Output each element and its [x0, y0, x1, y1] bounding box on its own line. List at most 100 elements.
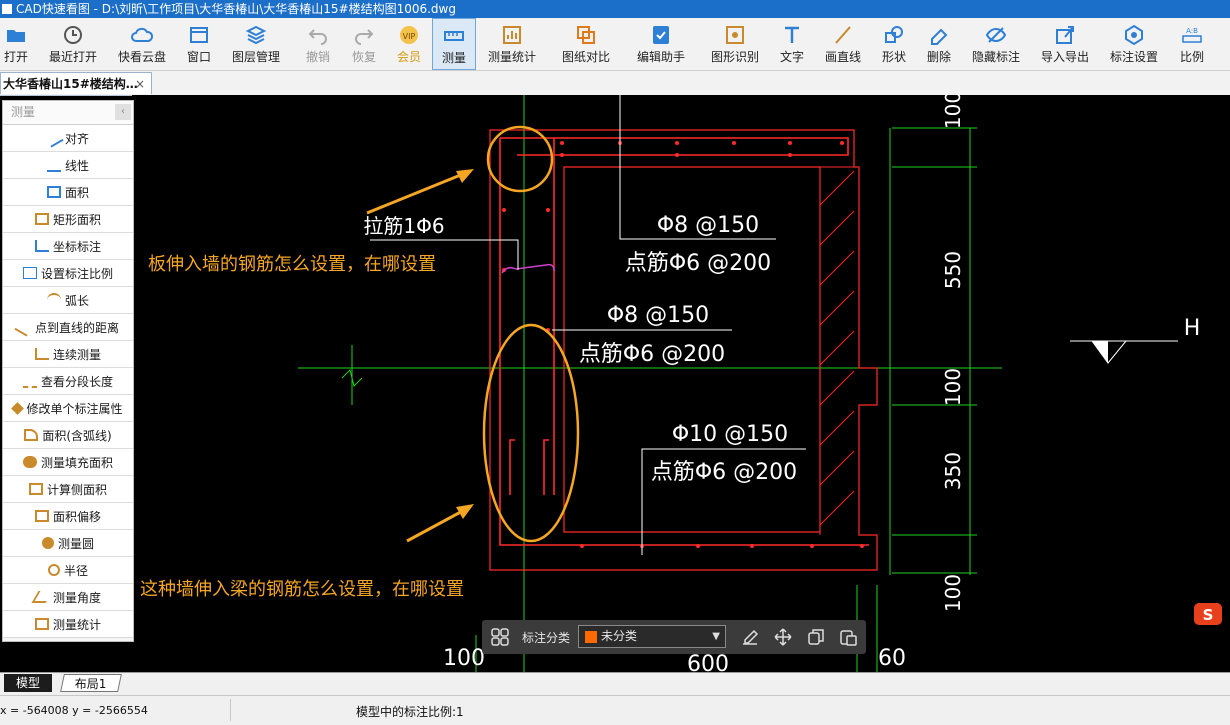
fill-area-icon: [22, 456, 37, 468]
point-line-icon: [14, 317, 34, 337]
measure-set-scale[interactable]: 设置标注比例: [3, 260, 133, 287]
move-icon[interactable]: [773, 627, 793, 647]
layer-button[interactable]: 图层管理: [228, 18, 284, 70]
continuous-icon: [34, 348, 49, 360]
measure-edit-annotation[interactable]: 修改单个标注属性: [3, 395, 133, 422]
measure-continuous[interactable]: 连续测量: [3, 341, 133, 368]
measure-area-offset[interactable]: 面积偏移: [3, 503, 133, 530]
undo-icon: [308, 29, 327, 45]
side-area-icon: [28, 483, 43, 495]
dimension-label: 100: [941, 95, 965, 129]
redo-icon: [355, 29, 374, 45]
window-title: CAD快速看图 - D:\刘昕\工作项目\大华香椿山\大华香椿山15#楼结构图1…: [16, 2, 456, 16]
dimension-label: 60: [878, 646, 906, 671]
tab-layout1[interactable]: 布局1: [60, 674, 122, 692]
dimension-label: 600: [687, 652, 729, 672]
measure-side-area[interactable]: 计算侧面积: [3, 476, 133, 503]
paste-icon[interactable]: [838, 627, 858, 647]
hide-annotation-button[interactable]: 隐藏标注: [968, 18, 1024, 70]
tab-model[interactable]: 模型: [4, 674, 52, 692]
annotation-scale-text: 模型中的标注比例:1: [356, 705, 464, 719]
close-icon[interactable]: ×: [135, 73, 145, 94]
measure-radius[interactable]: 半径: [3, 557, 133, 584]
text-icon: [785, 26, 799, 43]
category-select[interactable]: 未分类 ▼: [578, 625, 726, 648]
compare-button[interactable]: 图纸对比: [560, 18, 612, 70]
vip-button[interactable]: VIP 会员: [393, 18, 425, 70]
radius-icon: [47, 564, 60, 576]
rebar-label: 点筋Φ6 @200: [625, 251, 771, 276]
rebar-label: 点筋Φ6 @200: [651, 460, 797, 485]
segments-icon: [22, 374, 37, 388]
redo-button[interactable]: 恢复: [348, 18, 380, 70]
measure-area-arc[interactable]: 面积(含弧线): [3, 422, 133, 449]
undo-button[interactable]: 撤销: [302, 18, 334, 70]
cloud-button[interactable]: 快看云盘: [114, 18, 170, 70]
area-icon: [46, 186, 61, 198]
rebar-label: 点筋Φ6 @200: [579, 342, 725, 367]
measure-circle[interactable]: 测量圆: [3, 530, 133, 557]
wall-hatch: [819, 170, 855, 526]
import-export-button[interactable]: 导入导出: [1037, 18, 1093, 70]
window-button[interactable]: 窗口: [183, 18, 215, 70]
panel-title: 测量: [11, 105, 36, 119]
shape-button[interactable]: 形状: [878, 18, 910, 70]
line-icon: [835, 26, 851, 44]
text-button[interactable]: 文字: [776, 18, 808, 70]
main-toolbar: 打开 最近打开 快看云盘 窗口 图层管理 撤销 恢复 VIP 会员 测量 测量统…: [0, 18, 1230, 71]
copy-icon[interactable]: [806, 627, 826, 647]
delete-button[interactable]: 删除: [923, 18, 955, 70]
status-bar: x = -564008 y = -2566554 模型中的标注比例:1: [0, 695, 1230, 725]
edit-icon[interactable]: [740, 627, 760, 647]
drawing-canvas[interactable]: Φ8 @150 点筋Φ6 @200 Φ8 @150 点筋Φ6 @200 Φ10 …: [132, 95, 1230, 672]
line-button[interactable]: 画直线: [821, 18, 865, 70]
measure-area[interactable]: 面积: [3, 179, 133, 206]
recognize-icon: [726, 26, 744, 44]
linear-icon: [46, 158, 61, 172]
ime-logo-icon[interactable]: S: [1192, 600, 1230, 630]
stats-icon: [503, 26, 521, 44]
document-tab[interactable]: 大华香椿山15#楼结构… ×: [0, 72, 152, 94]
rebar-label: Φ8 @150: [657, 213, 759, 238]
arrow-head: [456, 504, 474, 519]
measure-arc-length[interactable]: 弧长: [3, 287, 133, 314]
measure-segments[interactable]: 查看分段长度: [3, 368, 133, 395]
shape-recognize-button[interactable]: 图形识别: [707, 18, 763, 70]
edit-annotation-icon: [11, 401, 25, 415]
collapse-button[interactable]: ‹: [115, 104, 131, 120]
measure-rect-area[interactable]: 矩形面积: [3, 206, 133, 233]
arrow-line: [406, 506, 469, 543]
title-bar: CAD快速看图 - D:\刘昕\工作项目\大华香椿山\大华香椿山15#楼结构图1…: [0, 0, 1230, 18]
measure-button[interactable]: 测量: [432, 18, 476, 70]
measure-fill-area[interactable]: 测量填充面积: [3, 449, 133, 476]
export-icon: [1056, 26, 1074, 44]
edit-helper-icon: [653, 26, 669, 44]
measure-statistics[interactable]: 测量统计: [3, 611, 133, 638]
recent-button[interactable]: 最近打开: [45, 18, 101, 70]
question-note: 这种墙伸入梁的钢筋怎么设置，在哪设置: [140, 579, 464, 600]
scale-button[interactable]: A:B 比例: [1176, 18, 1208, 70]
measure-coordinate[interactable]: 坐标标注: [3, 233, 133, 260]
open-button[interactable]: 打开: [0, 18, 32, 70]
question-note: 板伸入墙的钢筋怎么设置，在哪设置: [148, 254, 436, 275]
eraser-icon: [931, 28, 948, 45]
measure-linear[interactable]: 线性: [3, 152, 133, 179]
category-label: 标注分类: [522, 631, 571, 645]
level-symbol: [1070, 340, 1178, 364]
level-label: H: [1184, 316, 1201, 341]
measure-align[interactable]: 对齐: [3, 125, 133, 152]
annotation-settings-button[interactable]: 标注设置: [1106, 18, 1162, 70]
status-divider: [230, 699, 231, 721]
statistics-icon: [34, 618, 49, 630]
svg-text:A:B: A:B: [1186, 27, 1198, 35]
scale-icon: A:B: [1182, 27, 1202, 43]
measure-panel: 测量 ‹ 对齐 线性 面积 矩形面积 坐标标注 设置标注比例 弧长 点到直线的距…: [2, 100, 134, 642]
grid-icon[interactable]: [490, 627, 510, 647]
svg-text:S: S: [1203, 606, 1214, 624]
measure-angle[interactable]: 测量角度: [3, 584, 133, 611]
measure-point-line[interactable]: 点到直线的距离: [3, 314, 133, 341]
dimension-label: 100: [941, 574, 965, 612]
rebar-label: Φ10 @150: [672, 422, 788, 447]
edit-helper-button[interactable]: 编辑助手: [634, 18, 688, 70]
measure-stats-button[interactable]: 测量统计: [484, 18, 540, 70]
